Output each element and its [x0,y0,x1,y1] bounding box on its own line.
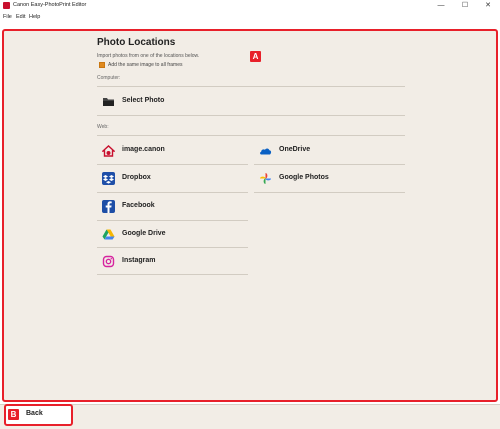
service-item-dropbox[interactable]: Dropbox [97,165,248,192]
divider [97,274,248,275]
computer-section-label: Computer: [97,75,121,81]
callout-marker-a: A [250,51,261,62]
dropbox-label: Dropbox [122,174,151,181]
web-section-label: Web: [97,124,109,130]
service-item-image-canon[interactable]: image.canon [97,137,248,164]
divider [97,86,405,87]
photo-locations-panel: A Photo Locations Import photos from one… [2,29,498,402]
page-title: Photo Locations [97,37,176,48]
select-photo-label: Select Photo [122,97,165,104]
folder-icon [102,95,115,108]
onedrive-icon [259,144,272,157]
footer-bar [0,404,500,429]
google-photos-icon [259,172,272,185]
onedrive-label: OneDrive [279,146,311,153]
close-button[interactable]: ✕ [477,0,499,12]
image-canon-icon [101,144,116,157]
title-bar: Canon Easy-PhotoPrint Editor — ☐ ✕ [0,0,500,12]
divider [97,115,405,116]
same-image-checkbox[interactable] [99,62,105,68]
window-title: Canon Easy-PhotoPrint Editor [13,2,87,8]
minimize-button[interactable]: — [430,0,452,12]
dropbox-icon [102,172,115,185]
page-description: Import photos from one of the locations … [97,53,200,59]
google-drive-icon [102,228,115,241]
service-item-google-drive[interactable]: Google Drive [97,221,248,248]
callout-marker-b: B [8,409,19,420]
app-logo-icon [3,2,10,9]
divider [97,135,405,136]
menu-help[interactable]: Help [29,13,40,21]
menu-edit[interactable]: Edit [16,13,25,21]
facebook-icon [102,200,115,213]
service-item-google-photos[interactable]: Google Photos [254,165,405,192]
maximize-button[interactable]: ☐ [454,0,476,12]
google-photos-label: Google Photos [279,174,329,181]
service-item-facebook[interactable]: Facebook [97,193,248,220]
divider [254,192,405,193]
back-button-label: Back [26,410,43,417]
service-item-onedrive[interactable]: OneDrive [254,137,405,164]
facebook-label: Facebook [122,202,155,209]
same-image-checkbox-label: Add the same image to all frames [108,62,183,68]
menu-file[interactable]: File [3,13,12,21]
instagram-label: Instagram [122,257,156,264]
service-item-instagram[interactable]: Instagram [97,248,248,275]
select-photo-item[interactable]: Select Photo [97,88,405,115]
menu-bar: File Edit Help [0,12,500,22]
instagram-icon [102,255,115,268]
image-canon-label: image.canon [122,146,165,153]
google-drive-label: Google Drive [122,230,166,237]
